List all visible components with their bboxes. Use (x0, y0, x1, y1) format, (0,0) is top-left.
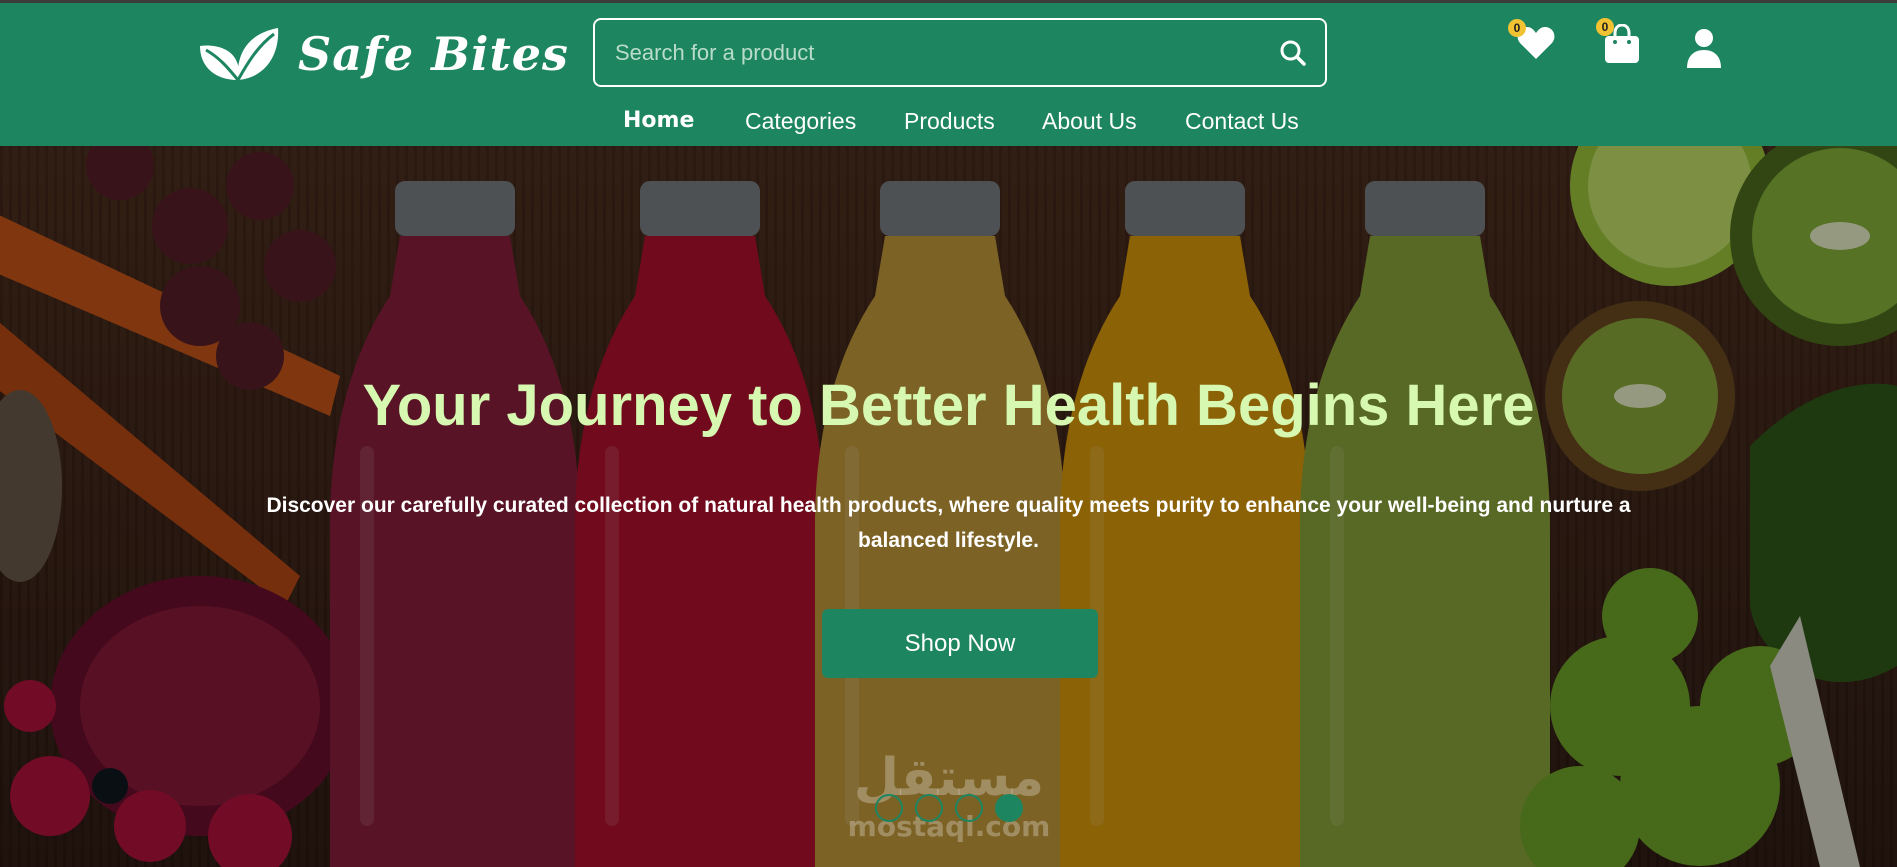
main-nav: Home Categories Products About Us Contac… (0, 105, 1897, 137)
nav-contact-us[interactable]: Contact Us (1185, 105, 1299, 137)
search-bar (593, 18, 1327, 87)
brand-logo[interactable]: Safe Bites (198, 21, 569, 87)
shopping-bag-icon (1604, 23, 1640, 68)
nav-categories[interactable]: Categories (745, 105, 856, 137)
search-icon[interactable] (1279, 39, 1307, 67)
account-button[interactable] (1686, 28, 1722, 73)
site-header: Safe Bites 0 (0, 3, 1897, 146)
leaf-icon (198, 26, 280, 82)
hero-subtitle: Discover our carefully curated collectio… (266, 494, 1631, 552)
hero-title: Your Journey to Better Health Begins Her… (362, 373, 1535, 438)
slider-dot-1[interactable] (875, 794, 903, 822)
wishlist-button[interactable]: 0 (1508, 19, 1556, 66)
wishlist-count-badge: 0 (1508, 19, 1526, 37)
nav-about-us[interactable]: About Us (1042, 105, 1137, 137)
cart-count-badge: 0 (1596, 18, 1614, 36)
slider-dot-3[interactable] (955, 794, 983, 822)
cart-button[interactable]: 0 (1596, 18, 1640, 69)
slider-dots (875, 794, 1023, 822)
user-icon (1686, 29, 1722, 72)
nav-home[interactable]: Home (623, 105, 694, 137)
heart-icon (1516, 26, 1556, 65)
shop-now-button[interactable]: Shop Now (822, 609, 1098, 678)
slider-dot-4[interactable] (995, 794, 1023, 822)
nav-products[interactable]: Products (904, 105, 995, 137)
slider-dot-2[interactable] (915, 794, 943, 822)
brand-name: Safe Bites (298, 27, 569, 81)
search-input[interactable] (595, 20, 1255, 85)
hero-slider: Your Journey to Better Health Begins Her… (0, 146, 1897, 867)
